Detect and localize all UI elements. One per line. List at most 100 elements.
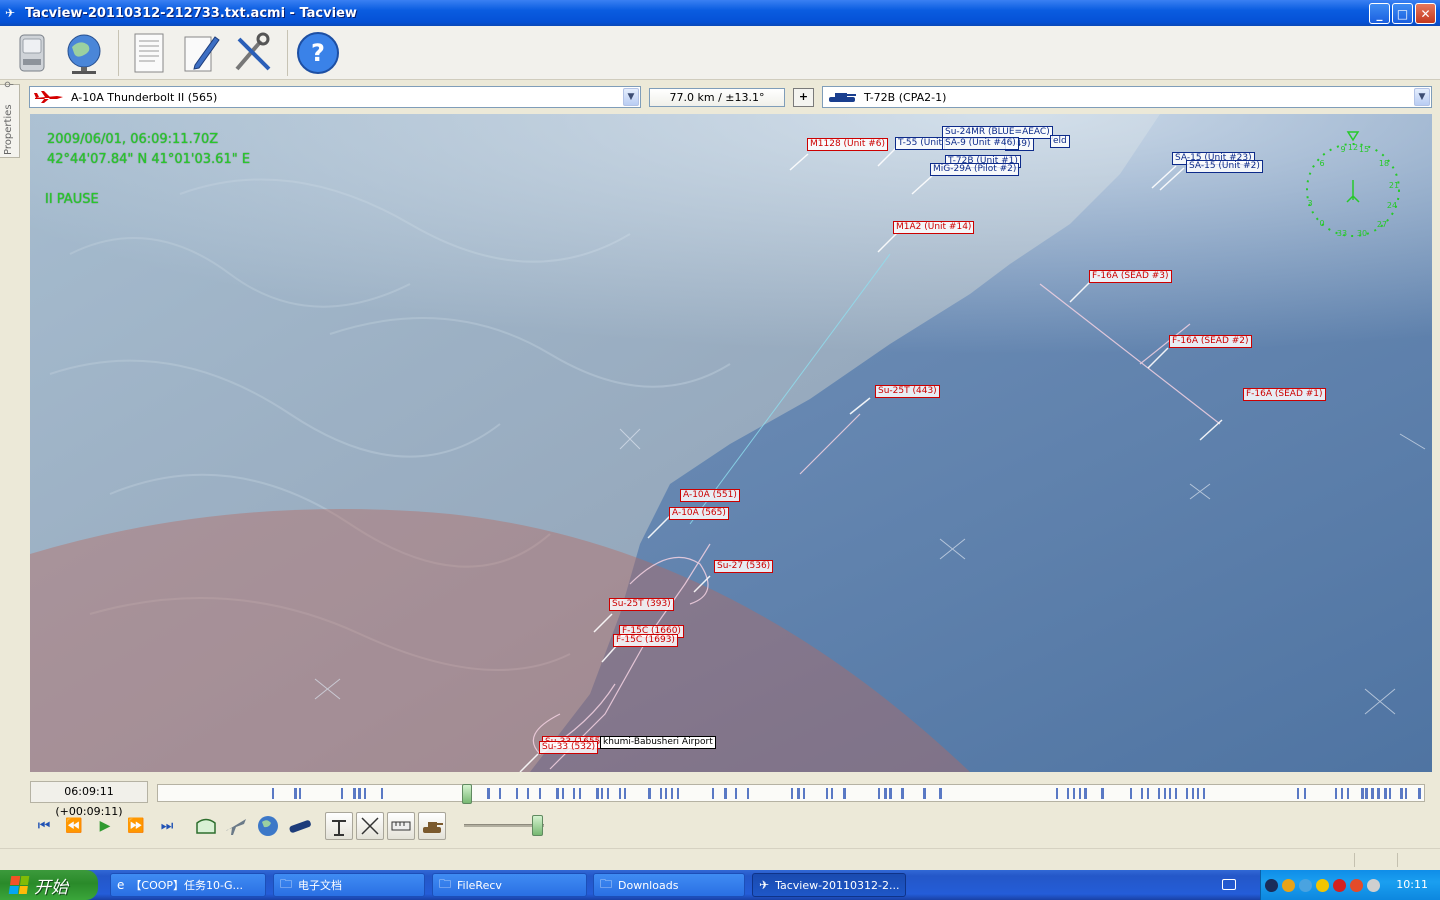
secondary-object-label: T-72B (CPA2-1) [864,90,947,104]
playback-speed-thumb[interactable] [532,815,543,836]
object-label[interactable]: SA-9 (Unit #46) [942,137,1019,150]
chevron-down-icon[interactable]: ▼ [623,88,639,106]
timeline-event-tick [601,788,603,799]
object-label[interactable]: A-10A (565) [669,507,729,520]
start-button[interactable]: 开始 [0,870,98,900]
map-viewport[interactable]: 2009/06/01, 06:09:11.70Z 42°44'07.84" N … [30,114,1432,772]
ground-units-button[interactable] [418,812,446,840]
timeline-thumb[interactable] [462,784,472,804]
timeline-event-tick [1400,788,1402,799]
close-button[interactable]: ✕ [1415,3,1436,24]
radar-button[interactable] [325,812,353,840]
timeline-event-tick [353,788,356,799]
timeline-event-tick [1192,788,1194,799]
object-label[interactable]: Su-25T (393) [609,598,674,611]
rewind-button[interactable]: ⏪ [60,812,88,840]
range-readout: 77.0 km / ±13.1° [649,88,785,107]
satellite-view-button[interactable] [286,812,314,840]
timeline-event-tick [1158,788,1160,799]
timeline-event-tick [712,788,714,799]
object-label[interactable]: Su-27 (536) [714,560,774,573]
tray-monitor-icon[interactable] [1299,878,1312,892]
tray-browser-icon[interactable] [1350,878,1363,892]
edit-button[interactable] [177,29,225,77]
compass-tick: 18 [1379,159,1389,168]
tray-qq-icon[interactable] [1282,878,1295,892]
network-button[interactable] [60,29,108,77]
object-label[interactable]: eld [1050,135,1070,148]
taskbar-item[interactable]: 🗀 电子文档 [273,873,425,897]
object-label[interactable]: T-55 (Unit [895,137,946,150]
primary-object-select[interactable]: A-10A Thunderbolt II (565) ▼ [29,86,641,108]
timeline-event-tick [1377,788,1380,799]
play-icon: ▶ [99,818,111,834]
timeline-event-tick [1186,788,1188,799]
taskbar-item-active[interactable]: ✈ Tacview-20110312-2... [752,873,906,897]
settings-button[interactable] [229,29,277,77]
svg-text:?: ? [311,39,325,67]
help-icon: ? [297,31,339,74]
aircraft-heading-icon [1346,180,1360,203]
timeline-event-tick [878,788,880,799]
timeline-event-tick [1365,788,1367,799]
timeline-event-tick [1335,788,1337,799]
object-label[interactable]: A-10A (551) [680,489,740,502]
globe-view-button[interactable] [254,812,282,840]
timeline-event-tick [499,788,501,799]
object-label[interactable]: F-15C (1693) [613,634,678,647]
tray-volume-icon[interactable] [1367,878,1380,892]
folder-icon: 🗀 [439,876,452,891]
tray-warning-icon[interactable] [1316,878,1329,892]
object-label[interactable]: SA-15 (Unit #2) [1186,160,1263,173]
add-button[interactable]: + [793,88,814,107]
properties-tab[interactable]: ⚲ Properties [0,81,20,158]
timeline-track[interactable] [157,784,1425,804]
skip-start-button[interactable]: ⏮ [30,812,58,840]
cockpit-view-button[interactable] [192,812,220,840]
open-file-button[interactable] [8,29,56,77]
object-label[interactable]: F-16A (SEAD #2) [1169,335,1252,348]
airport-label[interactable]: khumi-Babusheri Airport [600,736,716,749]
object-label[interactable]: F-16A (SEAD #3) [1089,270,1172,283]
aircraft-view-button[interactable] [222,812,250,840]
compass-tick: 12 [1348,143,1358,152]
timeline-event-tick [791,788,793,799]
weapons-button[interactable] [356,812,384,840]
compass-tick: 0 [1319,219,1324,228]
document-button[interactable] [125,29,173,77]
ruler-icon [391,821,411,831]
taskbar-item[interactable]: 🗀 FileRecv [432,873,587,897]
keyboard-icon[interactable] [1222,879,1236,890]
timeline-event-tick [579,788,581,799]
fast-forward-button[interactable]: ⏩ [122,812,150,840]
minimize-button[interactable]: _ [1369,3,1390,24]
clock[interactable]: 10:11 [1396,878,1428,891]
object-label[interactable]: M1A2 (Unit #14) [893,221,975,234]
object-label[interactable]: Su-33 (532) [539,741,599,754]
maximize-button[interactable]: □ [1392,3,1413,24]
object-label[interactable]: Su-25T (443) [875,385,940,398]
timeline-event-tick [562,788,564,799]
help-button[interactable]: ? [294,29,342,77]
aircraft-icon [34,91,63,103]
secondary-object-select[interactable]: T-72B (CPA2-1) ▼ [822,86,1432,108]
taskbar-item[interactable]: e 【COOP】任务10-G... [110,873,266,897]
title-bar: ✈ Tacview-20110312-212733.txt.acmi - Tac… [0,0,1440,26]
skip-end-button[interactable]: ⏭ [153,812,181,840]
timeline-event-tick [556,788,559,799]
object-label[interactable]: M1128 (Unit #6) [807,138,889,151]
tank-icon [423,822,443,833]
tray-network-icon[interactable] [1265,878,1278,892]
ruler-button[interactable] [387,812,415,840]
taskbar-item[interactable]: 🗀 Downloads [593,873,745,897]
play-button[interactable]: ▶ [91,812,119,840]
chevron-down-icon[interactable]: ▼ [1414,88,1430,106]
timeline-event-tick [831,788,833,799]
timeline-event-tick [1361,788,1364,799]
object-label[interactable]: F-16A (SEAD #1) [1243,388,1326,401]
tray-antivirus-icon[interactable] [1333,878,1346,892]
notepad-edit-icon [184,35,220,71]
compass-tick: 6 [1319,159,1324,168]
compass-tick: 24 [1387,201,1397,210]
object-label[interactable]: MiG-29A (Pilot #2) [930,163,1020,176]
